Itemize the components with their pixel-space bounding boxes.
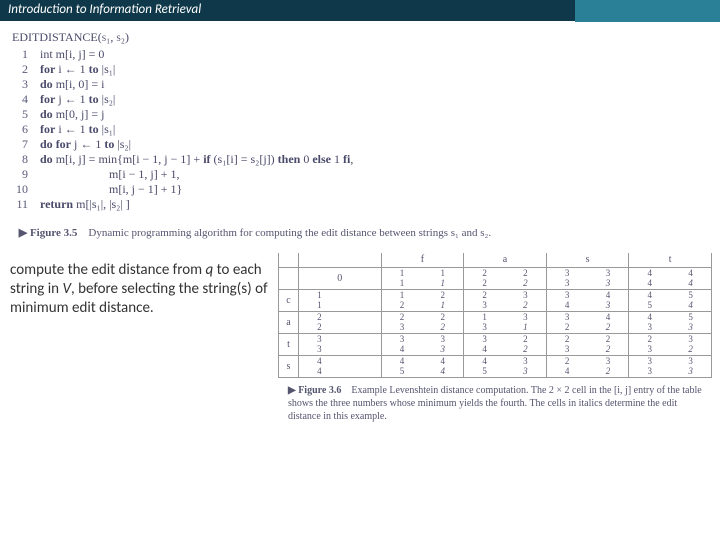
algorithm-line: 11return m[|s₁|, |s₂| ] [12,197,712,212]
table-cell: 2232 [381,311,464,333]
code-text: m[i − 1, j] + 1, [40,167,180,182]
table-cell: 4353 [464,355,547,377]
figure-3-6-label: ▶ Figure 3.6 [288,385,341,396]
column-header: f [381,253,464,267]
row-header [279,267,299,289]
table-cell: 2232 [546,333,629,355]
table-cell: 33 [299,333,382,355]
line-number: 7 [12,137,40,152]
code-text: do m[0, j] = j [40,107,104,122]
code-text: for j ← 1 to |s₂| [40,92,115,107]
table-cell: 4554 [629,289,712,311]
row-header: t [279,333,299,355]
algorithm-line: 8do m[i, j] = min{m[i − 1, j − 1] + if (… [12,152,712,167]
algorithm-line: 2for i ← 1 to |s₁| [12,62,712,77]
line-number: 2 [12,62,40,77]
column-header: t [629,253,712,267]
table-cell: 1331 [464,311,547,333]
table-cell: 44 [299,355,382,377]
algorithm-line: 3do m[i, 0] = i [12,77,712,92]
line-number: 8 [12,152,40,167]
code-text: m[i, j − 1] + 1} [40,182,182,197]
table-cell: 3333 [546,267,629,289]
algorithm-block: EDITDISTANCE(s₁, s₂) 1int m[i, j] = 02fo… [0,22,720,216]
line-number: 6 [12,122,40,137]
table-cell: 22 [299,311,382,333]
code-text: for i ← 1 to |s₁| [40,122,115,137]
table-cell: 1111 [381,267,464,289]
table-cell: 4533 [629,311,712,333]
table-cell: 11 [299,289,382,311]
table-cell: 0 [299,267,382,289]
algorithm-line: 1int m[i, j] = 0 [12,47,712,62]
algorithm-line: 4for j ← 1 to |s₂| [12,92,712,107]
body-note: compute the edit distance from q to each… [8,251,278,317]
table-cell: 2332 [629,333,712,355]
table-cell: 1221 [381,289,464,311]
levenshtein-table: fast01111222233334444c111221233234434554… [278,253,712,378]
row-header: s [279,355,299,377]
table-cell: 2342 [546,355,629,377]
figure-3-6-caption: ▶ Figure 3.6 Example Levenshtein distanc… [0,378,720,427]
table-cell: 3422 [546,311,629,333]
code-text: do m[i, j] = min{m[i − 1, j − 1] + if (s… [40,152,353,167]
column-header [279,253,299,267]
row-header: a [279,311,299,333]
line-number: 3 [12,77,40,92]
levenshtein-table-wrap: fast01111222233334444c111221233234434554… [278,251,712,378]
algorithm-line: 5do m[0, j] = j [12,107,712,122]
figure-3-5-text: Dynamic programming algorithm for comput… [88,227,491,239]
row-header: c [279,289,299,311]
figure-3-6-text: Example Levenshtein distance computation… [288,385,702,422]
algorithm-line: 10 m[i, j − 1] + 1} [12,182,712,197]
code-text: return m[|s₁|, |s₂| ] [40,197,130,212]
figure-3-5-label: ▶ Figure 3.5 [19,227,78,239]
table-cell: 3343 [381,333,464,355]
title-bar: Introduction to Information Retrieval [0,0,720,22]
title-accent [575,0,720,22]
line-number: 10 [12,182,40,197]
code-text: int m[i, j] = 0 [40,47,104,62]
table-cell: 4444 [629,267,712,289]
line-number: 9 [12,167,40,182]
table-cell: 2222 [464,267,547,289]
algorithm-title: EDITDISTANCE(s₁, s₂) [12,30,712,45]
code-text: for i ← 1 to |s₁| [40,62,115,77]
page-title: Introduction to Information Retrieval [0,0,575,22]
code-text: do m[i, 0] = i [40,77,104,92]
algorithm-line: 7do for j ← 1 to |s₂| [12,137,712,152]
column-header [299,253,382,267]
algorithm-line: 6for i ← 1 to |s₁| [12,122,712,137]
line-number: 4 [12,92,40,107]
table-cell: 3242 [464,333,547,355]
algorithm-line: 9 m[i − 1, j] + 1, [12,167,712,182]
code-text: do for j ← 1 to |s₂| [40,137,131,152]
line-number: 5 [12,107,40,122]
line-number: 1 [12,47,40,62]
table-cell: 3333 [629,355,712,377]
column-header: a [464,253,547,267]
table-cell: 2332 [464,289,547,311]
line-number: 11 [12,197,40,212]
table-cell: 3443 [546,289,629,311]
figure-3-5-caption: ▶ Figure 3.5 Dynamic programming algorit… [0,216,720,243]
table-cell: 4454 [381,355,464,377]
column-header: s [546,253,629,267]
